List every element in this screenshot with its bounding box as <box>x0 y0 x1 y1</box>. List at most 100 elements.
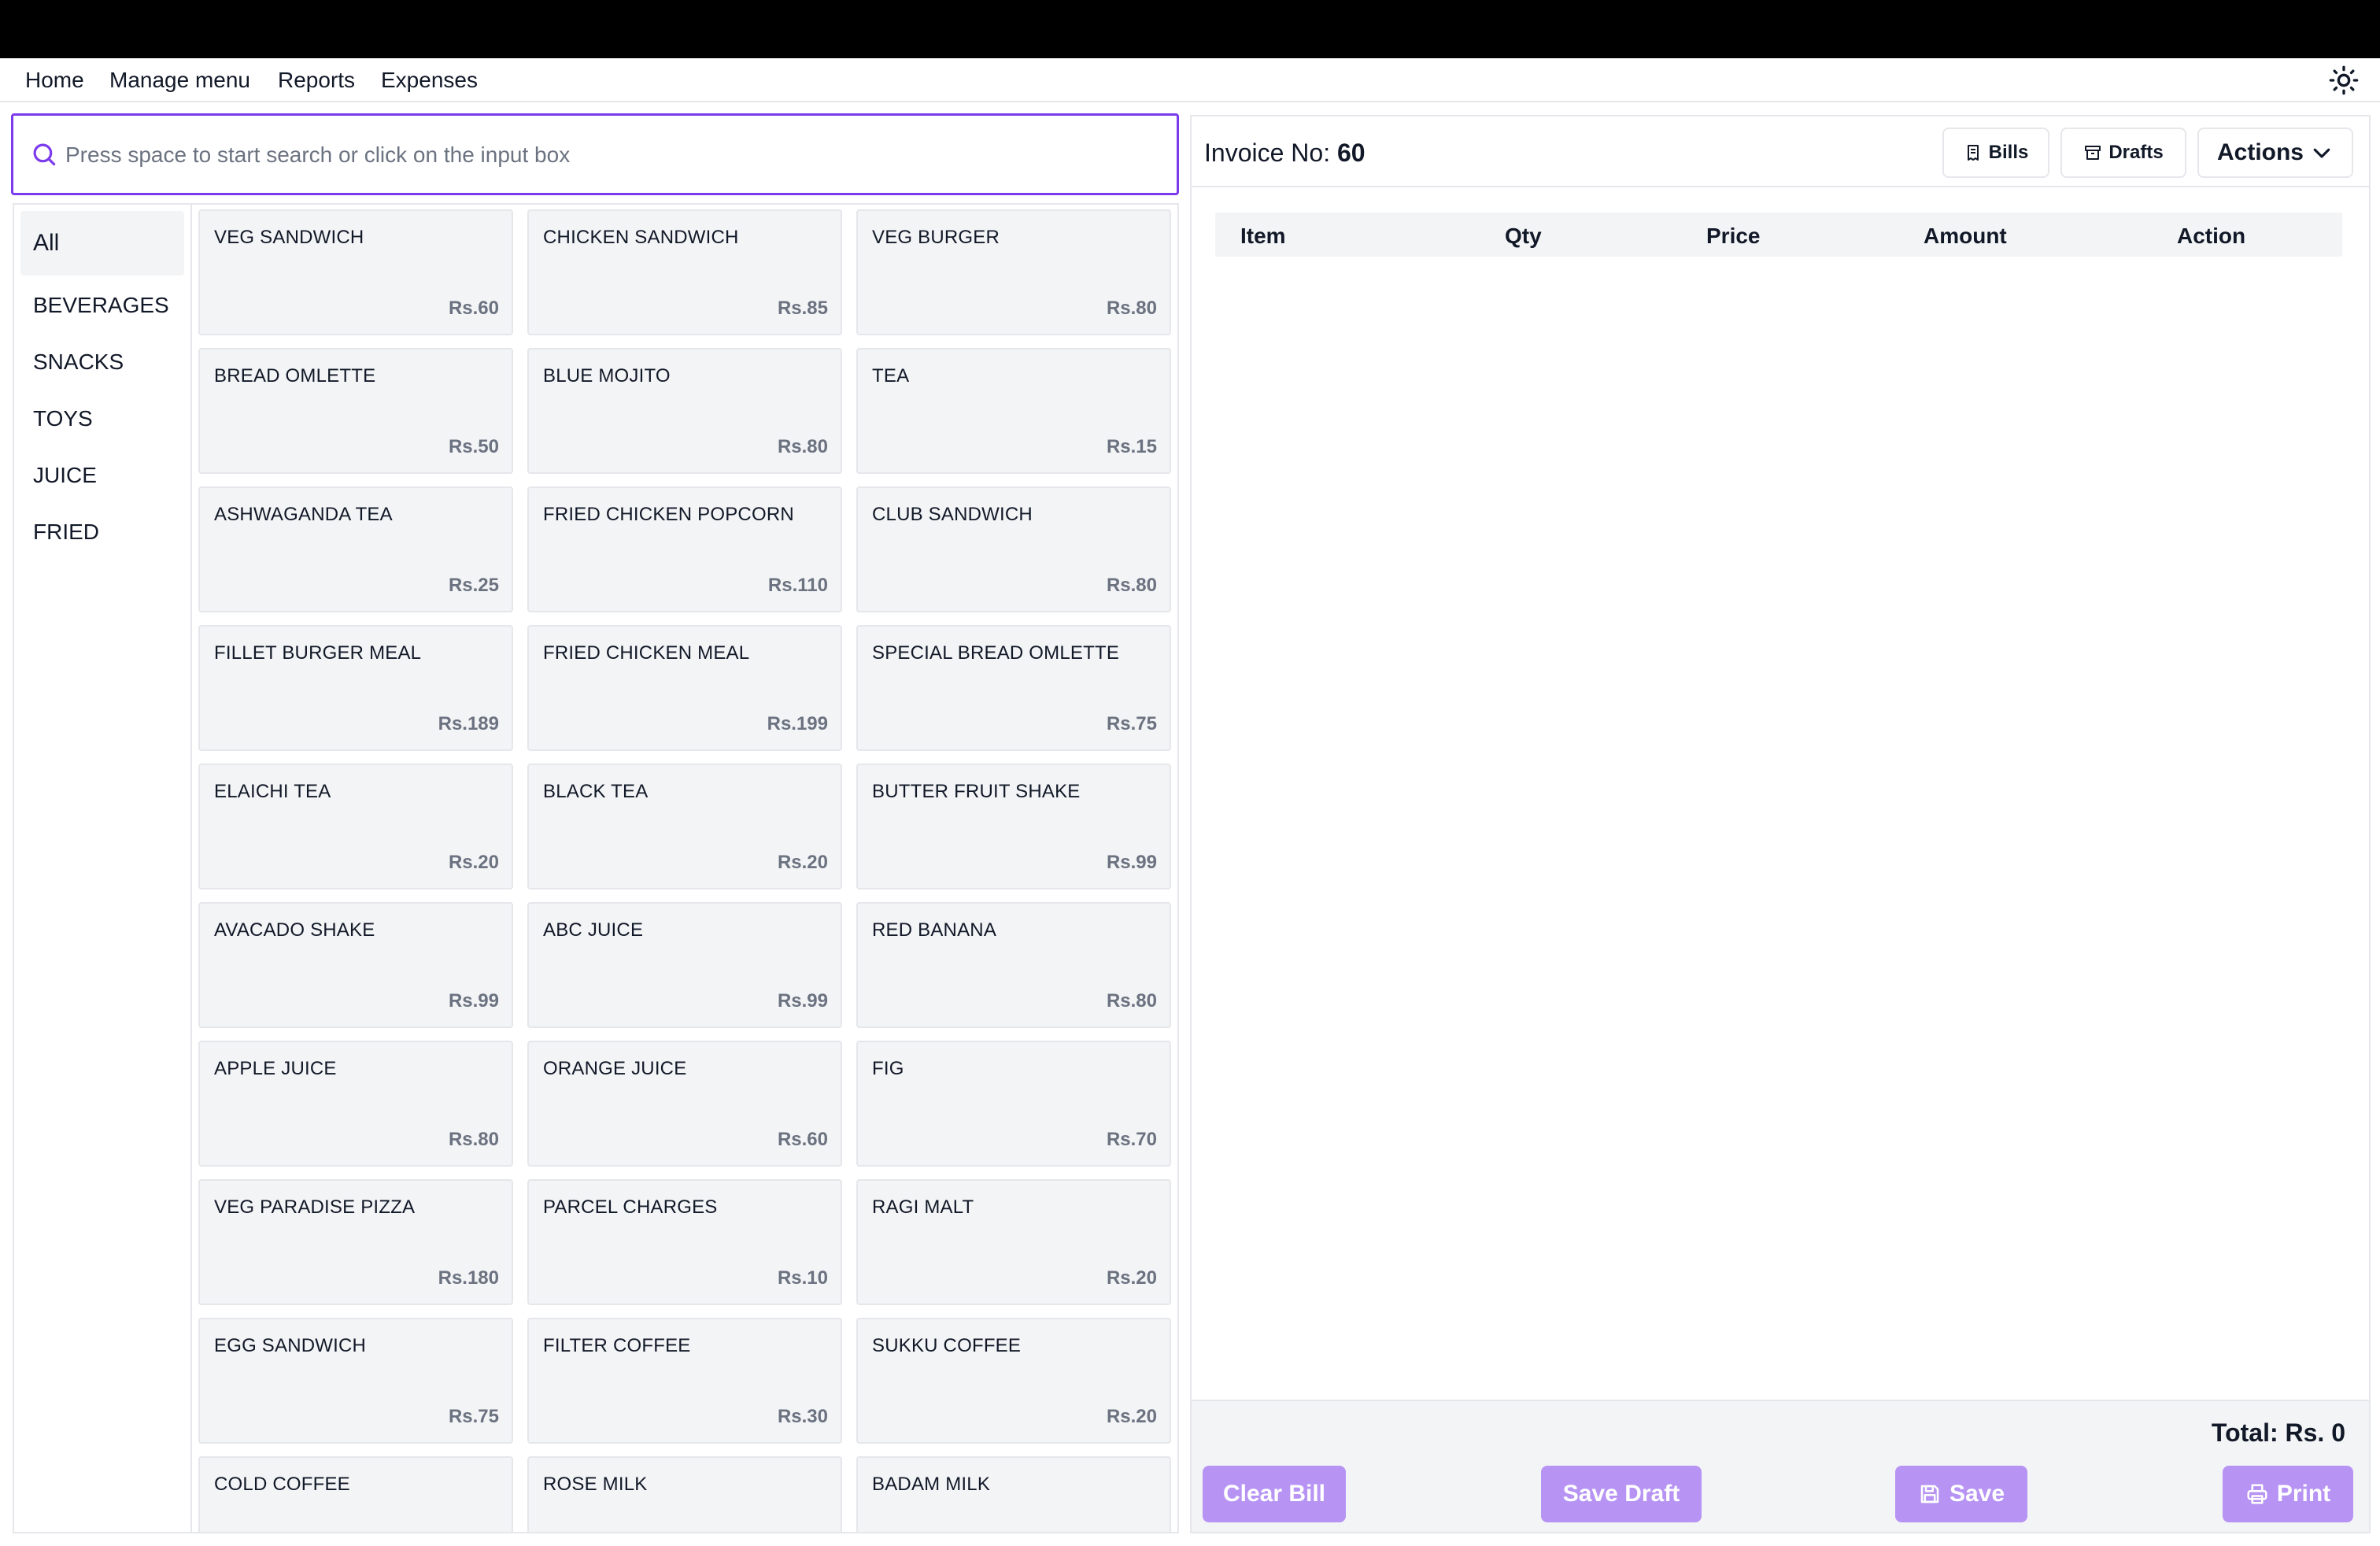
menu-item-card[interactable]: FIG Rs.70 <box>856 1041 1171 1167</box>
invoice-total: Total: Rs. 0 <box>2211 1418 2345 1447</box>
menu-item-name: ASHWAGANDA TEA <box>214 504 393 525</box>
column-action: Action <box>2177 224 2246 248</box>
menu-item-card[interactable]: BLACK TEA Rs.20 <box>527 764 842 890</box>
menu-item-price: Rs.99 <box>448 990 499 1012</box>
menu-item-card[interactable]: BADAM MILK <box>856 1456 1171 1532</box>
menu-item-card[interactable]: APPLE JUICE Rs.80 <box>198 1041 513 1167</box>
menu-item-name: BLACK TEA <box>543 781 649 802</box>
menu-item-name: BUTTER FRUIT SHAKE <box>872 781 1081 802</box>
menu-item-name: ELAICHI TEA <box>214 781 331 802</box>
drafts-button[interactable]: Drafts <box>2060 128 2186 178</box>
menu-item-card[interactable]: EGG SANDWICH Rs.75 <box>198 1318 513 1444</box>
print-button[interactable]: Print <box>2223 1466 2353 1522</box>
menu-item-price: Rs.99 <box>777 990 828 1012</box>
menu-item-card[interactable]: CLUB SANDWICH Rs.80 <box>856 486 1171 612</box>
menu-item-card[interactable]: ORANGE JUICE Rs.60 <box>527 1041 842 1167</box>
menu-item-name: VEG SANDWICH <box>214 227 364 248</box>
drafts-label: Drafts <box>2108 142 2164 163</box>
column-item: Item <box>1240 224 1286 248</box>
column-amount: Amount <box>1924 224 2007 248</box>
menu-panel: All BEVERAGES SNACKS TOYS JUICE FRIED VE… <box>13 203 1179 1533</box>
category-item-snacks[interactable]: SNACKS <box>20 334 184 390</box>
clear-bill-button[interactable]: Clear Bill <box>1203 1466 1346 1522</box>
invoice-panel: Invoice No: 60 Bills Drafts Actions Item… <box>1190 115 2371 1533</box>
menu-item-name: RED BANANA <box>872 919 997 941</box>
receipt-icon <box>1967 145 1979 161</box>
top-nav: Home Manage menu Reports Expenses <box>0 58 2380 102</box>
invoice-footer: Total: Rs. 0 Clear Bill Save Draft Save … <box>1192 1400 2369 1532</box>
menu-item-name: BLUE MOJITO <box>543 365 671 386</box>
menu-item-card[interactable]: VEG SANDWICH Rs.60 <box>198 209 513 335</box>
invoice-header: Invoice No: 60 Bills Drafts Actions <box>1192 117 2369 187</box>
menu-item-card[interactable]: VEG BURGER Rs.80 <box>856 209 1171 335</box>
menu-item-name: PARCEL CHARGES <box>543 1196 718 1218</box>
menu-item-card[interactable]: ELAICHI TEA Rs.20 <box>198 764 513 890</box>
search-box[interactable] <box>11 113 1179 195</box>
menu-item-card[interactable]: TEA Rs.15 <box>856 348 1171 474</box>
sun-icon[interactable] <box>2328 65 2360 96</box>
menu-item-name: BREAD OMLETTE <box>214 365 376 386</box>
category-item-fried[interactable]: FRIED <box>20 504 184 560</box>
menu-item-price: Rs.20 <box>777 852 828 873</box>
menu-item-price: Rs.70 <box>1106 1129 1157 1150</box>
invoice-table-header: Item Qty Price Amount Action <box>1215 213 2342 257</box>
bills-button[interactable]: Bills <box>1942 128 2049 178</box>
category-item-all[interactable]: All <box>20 211 184 276</box>
save-button[interactable]: Save <box>1895 1466 2027 1522</box>
menu-item-price: Rs.80 <box>1106 990 1157 1012</box>
nav-manage-menu[interactable]: Manage menu <box>109 68 250 93</box>
menu-item-price: Rs.20 <box>1106 1406 1157 1427</box>
menu-item-name: SPECIAL BREAD OMLETTE <box>872 642 1120 664</box>
menu-item-card[interactable]: ABC JUICE Rs.99 <box>527 902 842 1028</box>
menu-item-card[interactable]: SPECIAL BREAD OMLETTE Rs.75 <box>856 625 1171 751</box>
menu-item-card[interactable]: ROSE MILK <box>527 1456 842 1532</box>
window-top-bar <box>0 0 2380 58</box>
menu-item-card[interactable]: BUTTER FRUIT SHAKE Rs.99 <box>856 764 1171 890</box>
menu-item-card[interactable]: RED BANANA Rs.80 <box>856 902 1171 1028</box>
menu-item-price: Rs.80 <box>777 436 828 457</box>
invoice-number: 60 <box>1336 139 1366 167</box>
category-item-toys[interactable]: TOYS <box>20 390 184 447</box>
menu-item-price: Rs.189 <box>438 713 499 734</box>
menu-item-name: FRIED CHICKEN POPCORN <box>543 504 794 525</box>
menu-item-card[interactable]: FILTER COFFEE Rs.30 <box>527 1318 842 1444</box>
menu-item-card[interactable]: AVACADO SHAKE Rs.99 <box>198 902 513 1028</box>
invoice-label: Invoice No: <box>1204 139 1331 167</box>
menu-item-card[interactable]: RAGI MALT Rs.20 <box>856 1179 1171 1305</box>
nav-reports[interactable]: Reports <box>278 68 355 93</box>
menu-item-name: ABC JUICE <box>543 919 644 941</box>
menu-item-price: Rs.20 <box>448 852 499 873</box>
menu-item-card[interactable]: VEG PARADISE PIZZA Rs.180 <box>198 1179 513 1305</box>
menu-item-card[interactable]: SUKKU COFFEE Rs.20 <box>856 1318 1171 1444</box>
search-input[interactable] <box>65 131 1151 179</box>
nav-home[interactable]: Home <box>25 68 84 93</box>
menu-item-card[interactable]: BLUE MOJITO Rs.80 <box>527 348 842 474</box>
menu-item-price: Rs.30 <box>777 1406 828 1427</box>
menu-item-card[interactable]: BREAD OMLETTE Rs.50 <box>198 348 513 474</box>
clear-bill-label: Clear Bill <box>1222 1481 1326 1507</box>
menu-item-card[interactable]: FRIED CHICKEN POPCORN Rs.110 <box>527 486 842 612</box>
chevron-down-icon <box>2313 148 2330 158</box>
menu-item-price: Rs.50 <box>448 436 499 457</box>
menu-item-card[interactable]: CHICKEN SANDWICH Rs.85 <box>527 209 842 335</box>
menu-item-card[interactable]: ASHWAGANDA TEA Rs.25 <box>198 486 513 612</box>
actions-dropdown[interactable]: Actions <box>2197 128 2353 178</box>
menu-item-name: CLUB SANDWICH <box>872 504 1033 525</box>
category-item-juice[interactable]: JUICE <box>20 447 184 504</box>
invoice-title: Invoice No: 60 <box>1204 139 1366 168</box>
nav-expenses[interactable]: Expenses <box>381 68 478 93</box>
menu-item-card[interactable]: PARCEL CHARGES Rs.10 <box>527 1179 842 1305</box>
menu-item-name: CHICKEN SANDWICH <box>543 227 739 248</box>
column-qty: Qty <box>1505 224 1542 248</box>
menu-item-card[interactable]: FILLET BURGER MEAL Rs.189 <box>198 625 513 751</box>
save-draft-button[interactable]: Save Draft <box>1541 1466 1702 1522</box>
menu-item-card[interactable]: FRIED CHICKEN MEAL Rs.199 <box>527 625 842 751</box>
menu-item-price: Rs.99 <box>1106 852 1157 873</box>
category-item-beverages[interactable]: BEVERAGES <box>20 277 184 334</box>
menu-item-price: Rs.60 <box>777 1129 828 1150</box>
menu-item-name: ROSE MILK <box>543 1474 648 1495</box>
menu-item-price: Rs.75 <box>448 1406 499 1427</box>
menu-item-name: FIG <box>872 1058 904 1079</box>
menu-item-price: Rs.80 <box>1106 298 1157 319</box>
menu-item-card[interactable]: COLD COFFEE <box>198 1456 513 1532</box>
